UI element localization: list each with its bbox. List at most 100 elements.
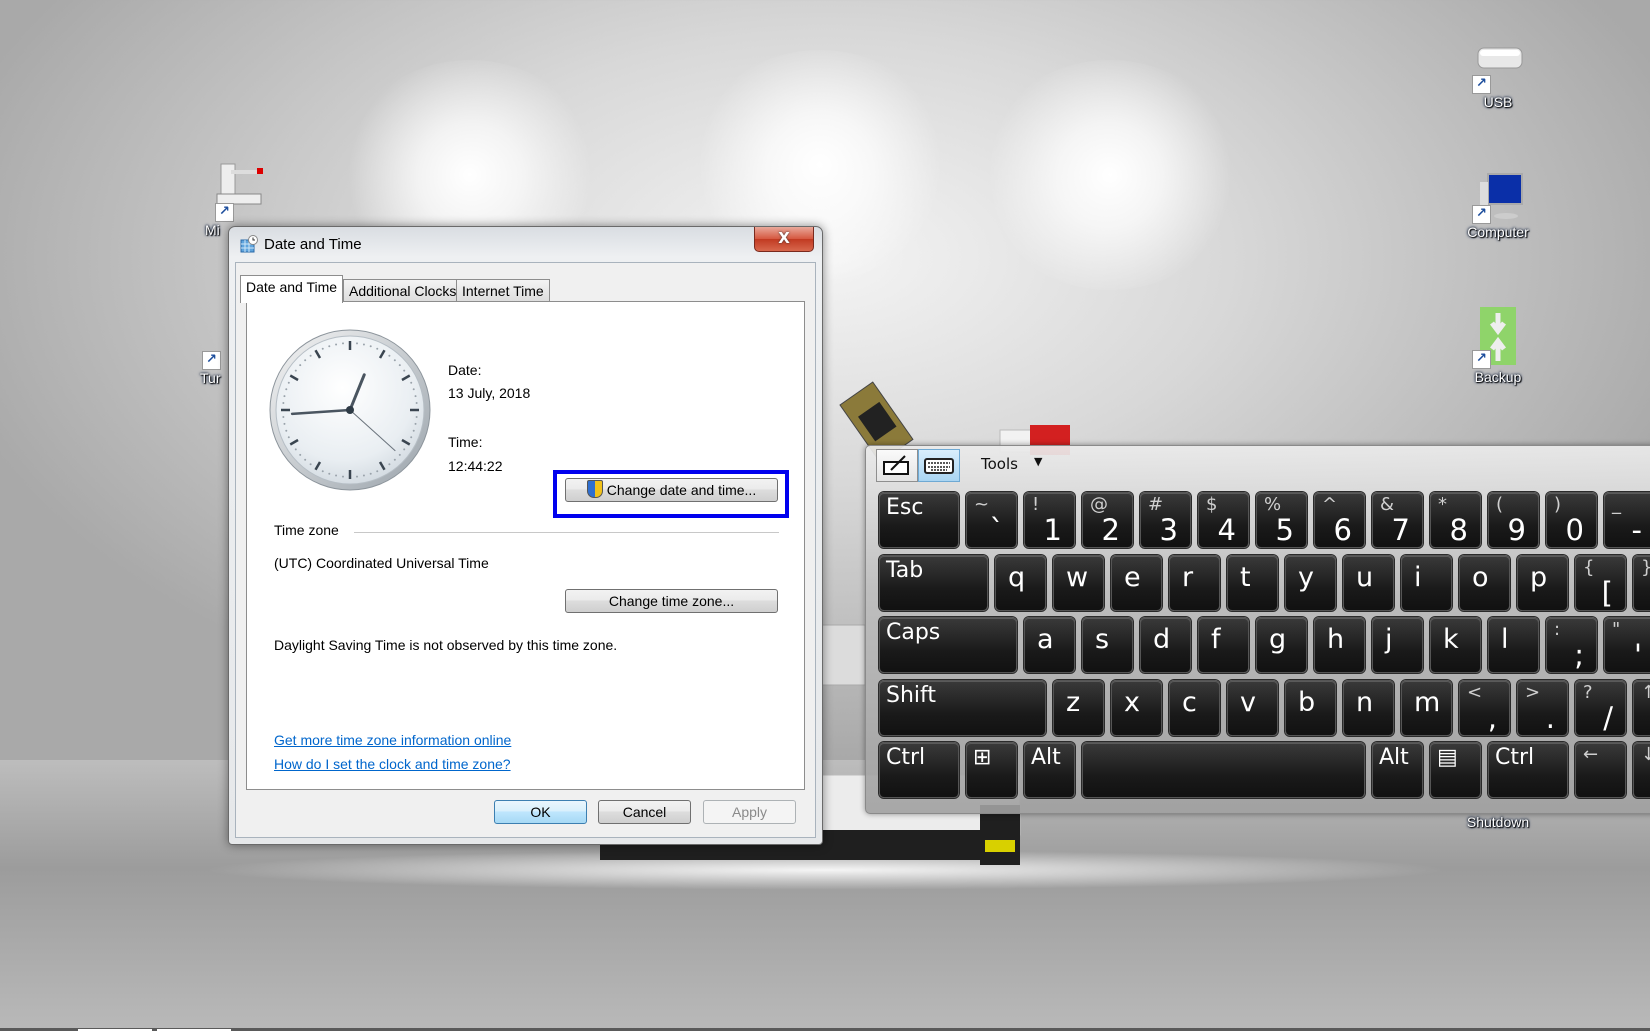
ok-button[interactable]: OK <box>494 800 587 824</box>
apply-button[interactable]: Apply <box>703 800 796 824</box>
key-k[interactable]: k <box>1430 617 1481 673</box>
key-a[interactable]: a <box>1024 617 1075 673</box>
key-5[interactable]: % 5 <box>1256 492 1307 548</box>
key-sym0-1[interactable]: ~ ` <box>966 492 1017 548</box>
date-time-dialog: Date and Time X Date and Time Additional… <box>228 226 823 845</box>
minute-tick <box>285 388 288 391</box>
key-p[interactable]: p <box>1517 555 1568 611</box>
minute-tick <box>398 453 401 456</box>
key-w[interactable]: w <box>1053 555 1104 611</box>
minute-tick <box>356 342 359 345</box>
key-label: Alt <box>1379 745 1409 770</box>
key-tab[interactable]: Tab <box>879 555 988 611</box>
key-8[interactable]: * 8 <box>1430 492 1481 548</box>
key-sym3-11[interactable]: ↑ <box>1633 680 1650 736</box>
key-alt[interactable]: Alt <box>1024 742 1075 798</box>
key-sym1-12[interactable]: }] <box>1633 555 1650 611</box>
key-n[interactable]: n <box>1343 680 1394 736</box>
key-j[interactable]: j <box>1372 617 1423 673</box>
key-q[interactable]: q <box>995 555 1046 611</box>
key-b[interactable]: b <box>1285 680 1336 736</box>
minute-tick <box>414 422 417 425</box>
key-ctrl[interactable]: Ctrl <box>1488 742 1568 798</box>
minute-tick <box>282 416 285 419</box>
key-u[interactable]: u <box>1343 555 1394 611</box>
key-ctrl[interactable]: Ctrl <box>879 742 959 798</box>
key-space[interactable] <box>1082 742 1365 798</box>
desktop-icon-shutdown[interactable]: Shutdown <box>1453 812 1543 830</box>
time-zone-info-link[interactable]: Get more time zone information online <box>274 732 511 748</box>
key-windows-logo[interactable]: ⊞ <box>966 742 1017 798</box>
key-f[interactable]: f <box>1198 617 1249 673</box>
keyboard-mode-button[interactable] <box>918 449 960 482</box>
key-e[interactable]: e <box>1111 555 1162 611</box>
key-shift-label: ~ <box>974 494 990 515</box>
minute-tick <box>304 359 307 362</box>
key-m[interactable]: m <box>1401 680 1452 736</box>
chevron-down-icon[interactable]: ▼ <box>1034 455 1042 468</box>
change-time-zone-button[interactable]: Change time zone... <box>565 589 778 613</box>
key-0[interactable]: ) 0 <box>1546 492 1597 548</box>
key-sym0-12[interactable]: _ - <box>1604 492 1650 548</box>
key-label: 1 <box>1043 513 1062 547</box>
key-x[interactable]: x <box>1111 680 1162 736</box>
key-caps[interactable]: Caps <box>879 617 1017 673</box>
key-h[interactable]: h <box>1314 617 1365 673</box>
key-1[interactable]: ! 1 <box>1024 492 1075 548</box>
key-y[interactable]: y <box>1285 555 1336 611</box>
key-sym2-11[interactable]: " ' <box>1604 617 1650 673</box>
key-label: n <box>1356 687 1374 718</box>
cancel-button[interactable]: Cancel <box>598 800 691 824</box>
handwriting-mode-button[interactable] <box>876 449 918 482</box>
tools-menu[interactable]: Tools <box>981 455 1018 473</box>
change-date-and-time-button[interactable]: Change date and time... <box>565 478 778 502</box>
key-sym2-10[interactable]: :; <box>1546 617 1597 673</box>
key-2[interactable]: @2 <box>1082 492 1133 548</box>
key-sym4-8[interactable]: ↓ <box>1633 742 1650 798</box>
tab-internet-time[interactable]: Internet Time <box>456 279 550 302</box>
key-sym1-11[interactable]: {[ <box>1575 555 1626 611</box>
key-s[interactable]: s <box>1082 617 1133 673</box>
clock-help-link[interactable]: How do I set the clock and time zone? <box>274 756 511 772</box>
time-label: Time: <box>448 434 483 450</box>
desktop-icon-usb[interactable]: ↗ USB <box>1453 42 1543 110</box>
key-label: ' <box>1634 638 1642 672</box>
key-label: a <box>1037 624 1054 655</box>
key-r[interactable]: r <box>1169 555 1220 611</box>
key-shift-label: ( <box>1496 494 1504 515</box>
key-4[interactable]: $4 <box>1198 492 1249 548</box>
key-9[interactable]: (9 <box>1488 492 1539 548</box>
key-g[interactable]: g <box>1256 617 1307 673</box>
key-sym3-8[interactable]: <, <box>1459 680 1510 736</box>
key-shift[interactable]: Shift <box>879 680 1046 736</box>
key-label: 9 <box>1507 513 1526 547</box>
key-label: Caps <box>886 620 941 645</box>
key-alt[interactable]: Alt <box>1372 742 1423 798</box>
key-3[interactable]: #3 <box>1140 492 1191 548</box>
desktop-icon-computer[interactable]: ↗ Computer <box>1453 172 1543 240</box>
desktop-icon-backup[interactable]: ↗ Backup <box>1453 305 1543 385</box>
time-value: 12:44:22 <box>448 458 503 474</box>
key-z[interactable]: z <box>1053 680 1104 736</box>
key-sym3-10[interactable]: ? / <box>1575 680 1626 736</box>
close-button[interactable]: X <box>754 227 814 252</box>
key-i[interactable]: i <box>1401 555 1452 611</box>
key-o[interactable]: o <box>1459 555 1510 611</box>
key-c[interactable]: c <box>1169 680 1220 736</box>
minute-tick <box>341 475 344 478</box>
key-menu-key[interactable]: ▤ <box>1430 742 1481 798</box>
key-6[interactable]: ^ 6 <box>1314 492 1365 548</box>
key-v[interactable]: v <box>1227 680 1278 736</box>
minute-tick <box>362 343 365 346</box>
tab-date-and-time[interactable]: Date and Time <box>240 275 344 303</box>
key-t[interactable]: t <box>1227 555 1278 611</box>
key-esc[interactable]: Esc <box>879 492 959 548</box>
key-sym3-9[interactable]: >. <box>1517 680 1568 736</box>
key-d[interactable]: d <box>1140 617 1191 673</box>
tab-additional-clocks[interactable]: Additional Clocks <box>343 279 463 302</box>
key-label: l <box>1501 624 1509 655</box>
key-7[interactable]: & 7 <box>1372 492 1423 548</box>
dialog-title: Date and Time <box>264 236 362 253</box>
key-l[interactable]: l <box>1488 617 1539 673</box>
key-sym4-7[interactable]: ← <box>1575 742 1626 798</box>
